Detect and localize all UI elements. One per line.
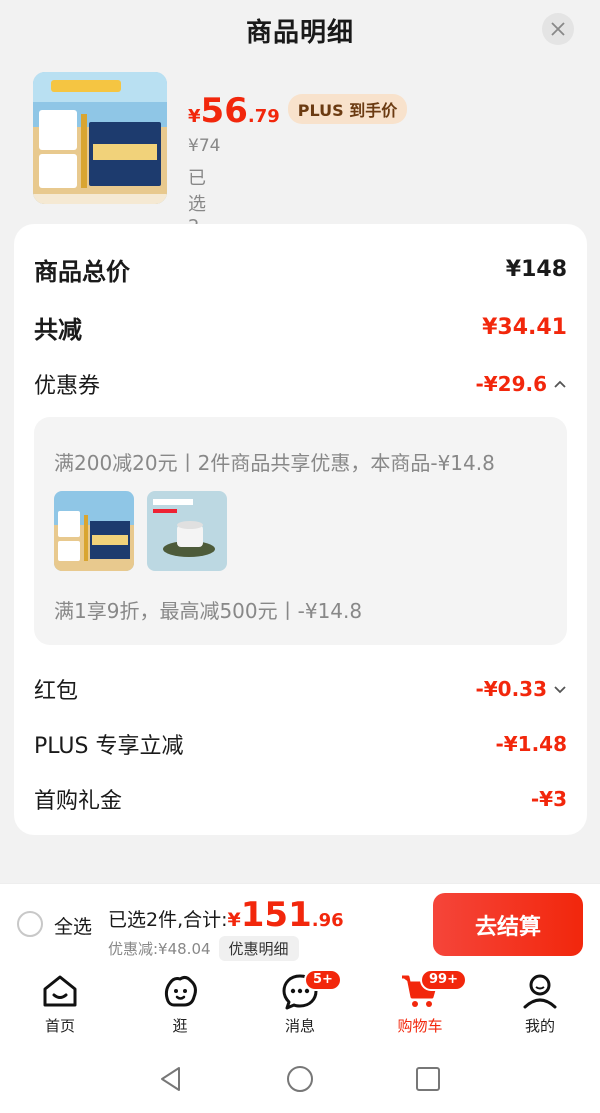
tab-profile-label: 我的	[524, 1017, 555, 1035]
reduction-row: 共减 ¥34.41	[34, 310, 567, 345]
select-all-label[interactable]: 全选	[54, 912, 92, 939]
android-nav-bar	[0, 1043, 600, 1113]
total-prefix: 已选2件,合计:	[108, 909, 228, 931]
total-integer: 151	[240, 895, 312, 935]
coupon-product-thumb-1[interactable]	[54, 491, 134, 571]
first-purchase-value: -¥3	[530, 787, 567, 811]
order-total: 已选2件,合计: ¥ 151 .96	[108, 898, 344, 932]
coupon-value-wrap: -¥29.6	[475, 372, 567, 396]
message-badge: 5+	[304, 969, 342, 991]
sheet-title: 商品明细	[245, 18, 354, 48]
tab-messages-label: 消息	[284, 1017, 315, 1035]
coupon-label: 优惠券	[34, 374, 101, 399]
plus-discount-row: PLUS 专享立减 -¥1.48	[34, 728, 567, 760]
tab-profile[interactable]: 我的	[500, 971, 580, 1036]
coupon-row[interactable]: 优惠券 -¥29.6	[34, 368, 567, 400]
profile-icon	[523, 974, 557, 1009]
redpacket-value: -¥0.33	[475, 677, 547, 701]
plus-discount-label: PLUS 专享立减	[34, 734, 184, 759]
tab-browse[interactable]: 逛	[140, 971, 220, 1036]
select-all-checkbox[interactable]	[17, 911, 43, 937]
back-icon[interactable]	[157, 1065, 185, 1093]
coupon-detail-box: 满200减20元丨2件商品共享优惠，本商品-¥14.8 满1享9折，最高减500…	[34, 417, 567, 645]
tab-messages[interactable]: 5+ 消息	[260, 969, 342, 1036]
total-decimal: .96	[311, 910, 344, 931]
home-nav-icon[interactable]	[286, 1065, 314, 1093]
coupon-product-thumb-2[interactable]	[147, 491, 227, 571]
home-icon	[43, 975, 77, 1007]
reduction-value: ¥34.41	[482, 315, 567, 340]
coupon-value: -¥29.6	[475, 372, 547, 396]
coupon-rule-2: 满1享9折，最高减500元丨-¥14.8	[54, 599, 363, 623]
discount-detail-button[interactable]: 优惠明细	[218, 936, 299, 961]
price-decimal: .79	[247, 106, 280, 127]
first-purchase-label: 首购礼金	[34, 789, 123, 814]
browse-icon	[164, 975, 197, 1007]
checkout-button[interactable]: 去结算	[433, 893, 583, 956]
reduction-label: 共减	[34, 316, 82, 344]
plus-discount-value: -¥1.48	[495, 732, 567, 756]
redpacket-row[interactable]: 红包 -¥0.33	[34, 673, 567, 705]
checkout-bar: 全选 已选2件,合计: ¥ 151 .96 优惠减:¥48.04 优惠明细 去结…	[0, 883, 600, 965]
close-button[interactable]	[542, 13, 574, 45]
cart-badge: 99+	[420, 969, 467, 991]
plus-price-tag: PLUS 到手价	[287, 94, 408, 124]
redpacket-label: 红包	[34, 679, 79, 704]
chevron-down-icon	[554, 686, 566, 694]
bottom-tab-bar: 首页 逛 5+ 消息 99+ 购物车 我的	[0, 965, 600, 1043]
product-detail-sheet: 商品明细 ¥ 56 .79 PLUS 到手价 ¥74 已选 商品总价 ¥148 …	[0, 0, 600, 880]
product-image[interactable]	[33, 72, 167, 204]
tab-cart[interactable]: 99+ 购物车	[380, 969, 467, 1036]
discount-summary: 优惠减:¥48.04 优惠明细	[108, 936, 299, 961]
tab-cart-label: 购物车	[397, 1017, 443, 1035]
chevron-up-icon	[554, 380, 566, 388]
coupon-rule-1: 满200减20元丨2件商品共享优惠，本商品-¥14.8	[54, 451, 495, 475]
recents-icon[interactable]	[414, 1065, 442, 1093]
total-price-row: 商品总价 ¥148	[34, 252, 567, 287]
tab-browse-label: 逛	[172, 1017, 188, 1035]
price-breakdown-card: 商品总价 ¥148 共减 ¥34.41 优惠券 -¥29.6 满200减20元丨…	[14, 224, 587, 835]
tab-home[interactable]: 首页	[20, 971, 100, 1036]
original-price: ¥74	[188, 136, 221, 156]
current-price: ¥ 56 .79 PLUS 到手价	[188, 91, 408, 131]
close-icon	[551, 22, 565, 36]
total-currency: ¥	[227, 909, 241, 931]
currency-symbol: ¥	[188, 106, 201, 127]
total-price-label: 商品总价	[34, 258, 130, 286]
first-purchase-row: 首购礼金 -¥3	[34, 783, 567, 815]
tab-home-label: 首页	[44, 1017, 75, 1035]
redpacket-value-wrap: -¥0.33	[475, 677, 567, 701]
total-price-value: ¥148	[505, 257, 567, 282]
price-integer: 56	[200, 91, 248, 131]
discount-text: 优惠减:¥48.04	[108, 940, 211, 958]
